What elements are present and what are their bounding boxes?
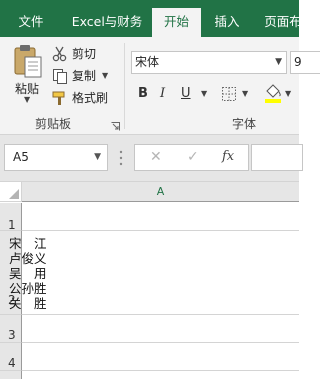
fill-color-icon xyxy=(264,84,282,107)
group-divider xyxy=(124,43,125,129)
select-all-icon xyxy=(9,189,19,199)
borders-button[interactable] xyxy=(221,86,237,106)
borders-dropdown-icon[interactable]: ▼ xyxy=(242,84,248,104)
fill-color-dropdown-icon[interactable]: ▼ xyxy=(285,84,291,104)
formula-bar: A5 ▼ ✕ ✓ fx xyxy=(0,135,303,182)
cut-button[interactable]: 剪切 xyxy=(52,44,112,64)
column-header-a[interactable]: A xyxy=(22,182,299,202)
chevron-down-icon[interactable]: ▼ xyxy=(275,52,282,73)
chevron-down-icon[interactable]: ▼ xyxy=(94,145,101,170)
fill-color-button[interactable] xyxy=(264,83,282,103)
tab-page-layout[interactable]: 页面布 xyxy=(253,7,299,37)
cut-label: 剪切 xyxy=(72,47,97,61)
cell-a3[interactable] xyxy=(22,315,299,343)
name-box[interactable]: A5 ▼ xyxy=(4,144,108,171)
copy-icon xyxy=(52,68,68,84)
italic-button[interactable]: I xyxy=(160,84,165,104)
paste-icon[interactable] xyxy=(11,44,45,80)
row-header-3[interactable]: 3 xyxy=(0,315,22,343)
cell-a1[interactable] xyxy=(22,203,299,231)
tab-file[interactable]: 文件 xyxy=(0,7,62,37)
cell-a5[interactable] xyxy=(22,371,299,379)
ribbon-tab-bar: 文件 Excel与财务 开始 插入 页面布 xyxy=(0,0,299,37)
font-size-value: 9 xyxy=(294,55,302,69)
tab-insert[interactable]: 插入 xyxy=(201,7,253,37)
font-name-select[interactable]: 宋体 ▼ xyxy=(131,51,287,74)
cell-a2[interactable] xyxy=(22,231,299,315)
clipboard-dialog-launcher-icon[interactable] xyxy=(111,120,120,131)
underline-button[interactable]: U xyxy=(181,84,191,104)
formula-buttons: ✕ ✓ fx xyxy=(134,144,249,171)
format-painter-button[interactable]: 格式刷 xyxy=(52,88,112,108)
select-all-button[interactable] xyxy=(0,182,22,202)
cancel-icon[interactable]: ✕ xyxy=(150,149,162,165)
format-painter-label: 格式刷 xyxy=(72,91,109,105)
font-name-value: 宋体 xyxy=(135,55,160,69)
copy-button[interactable]: 复制 ▼ xyxy=(52,66,118,86)
worksheet-grid: A 1 2 3 4 宋 江 卢俊义 吴 用 公孙胜 关 胜 xyxy=(0,182,299,379)
scissors-icon xyxy=(52,46,68,62)
font-size-select[interactable]: 9 xyxy=(290,51,320,74)
row-header-4[interactable]: 4 xyxy=(0,343,22,371)
font-group-label: 字体 xyxy=(232,117,257,131)
row-header-1[interactable]: 1 xyxy=(0,203,22,232)
underline-dropdown-icon[interactable]: ▼ xyxy=(201,84,207,104)
tab-excel-finance[interactable]: Excel与财务 xyxy=(62,7,152,37)
borders-icon xyxy=(221,87,237,106)
tab-home[interactable]: 开始 xyxy=(152,8,201,37)
name-box-value: A5 xyxy=(13,150,29,164)
enter-icon[interactable]: ✓ xyxy=(187,149,199,165)
copy-dropdown-icon[interactable]: ▼ xyxy=(102,66,108,86)
paste-dropdown-icon[interactable]: ▼ xyxy=(24,95,30,104)
copy-label: 复制 xyxy=(72,69,97,83)
row-header-5[interactable] xyxy=(0,371,22,379)
insert-function-icon[interactable]: fx xyxy=(222,149,234,164)
format-painter-icon xyxy=(52,90,68,106)
resize-handle-icon[interactable] xyxy=(119,149,123,167)
ribbon: 粘贴 ▼ 剪切 复制 ▼ 格式刷 剪贴板 宋体 ▼ 9 B I U ▼ ▼ ▼ … xyxy=(0,37,320,135)
cell-a2-text: 宋 江 卢俊义 吴 用 公孙胜 关 胜 xyxy=(9,236,47,311)
formula-input[interactable] xyxy=(251,144,303,171)
bold-button[interactable]: B xyxy=(138,84,148,104)
cell-a4[interactable] xyxy=(22,343,299,371)
clipboard-group-label: 剪贴板 xyxy=(35,117,72,131)
